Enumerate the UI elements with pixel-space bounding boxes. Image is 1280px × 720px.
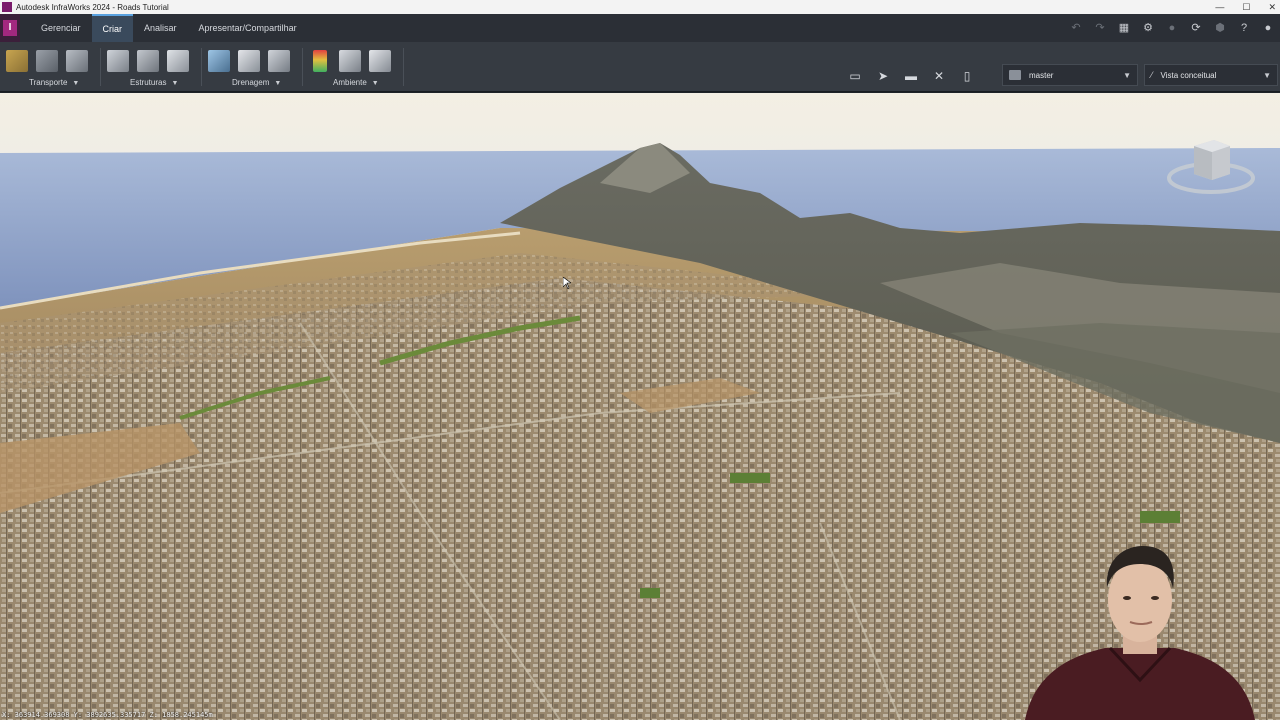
tab-criar[interactable]: Criar (91, 14, 134, 42)
infraworks-logo-icon (2, 2, 12, 12)
tab-analisar[interactable]: Analisar (133, 14, 188, 42)
infraworks-i-icon: I (3, 20, 17, 36)
help-icon[interactable]: ? (1238, 22, 1250, 34)
group-drenagem: Drenagem ▼ (202, 42, 302, 92)
group-label-drenagem[interactable]: Drenagem ▼ (232, 78, 281, 87)
tab-gerenciar[interactable]: Gerenciar (30, 14, 92, 42)
measure-icon[interactable]: ▬ (902, 68, 920, 84)
proposal-icon (1009, 70, 1021, 80)
minimize-button[interactable]: — (1215, 2, 1224, 12)
traffic-light-icon[interactable] (313, 50, 327, 72)
application-menu-button[interactable]: I (0, 14, 20, 42)
grid-icon[interactable]: ▦ (1118, 22, 1130, 34)
undo-icon[interactable]: ↶ (1070, 22, 1082, 34)
inlet-icon[interactable] (268, 50, 290, 72)
presenter-webcam (1025, 546, 1255, 720)
redo-icon[interactable]: ↷ (1094, 22, 1106, 34)
mouse-cursor-icon (563, 277, 571, 289)
view-tools: ▭ ➤ ▬ ✕ ▯ (846, 68, 976, 84)
group-ambiente: Ambiente ▼ (303, 42, 403, 92)
pipeline-road-icon[interactable] (66, 50, 88, 72)
shield-icon[interactable]: ⬢ (1214, 22, 1226, 34)
group-label-ambiente[interactable]: Ambiente ▼ (333, 78, 379, 87)
crop-icon[interactable]: ✕ (930, 68, 948, 84)
title-bar: Autodesk InfraWorks 2024 - Roads Tutoria… (0, 0, 1280, 14)
culvert-icon[interactable] (208, 50, 230, 72)
coordinates-readout: X: 363914.369308 Y: 3892635.335717 Z: 18… (2, 711, 213, 719)
pipe-icon[interactable] (238, 50, 260, 72)
tabbar-tools: ↶ ↷ ▦ ⚙ ● ⟳ ⬢ ? ● (1070, 14, 1274, 42)
style-wand-icon: ⁄ (1151, 70, 1153, 80)
proposal-dropdown[interactable]: master ▼ (1002, 64, 1138, 86)
tree-icon[interactable] (339, 50, 361, 72)
visual-style-value: Vista conceitual (1160, 70, 1217, 80)
ribbon-tabbar: I Gerenciar Criar Analisar Apresentar/Co… (0, 14, 1280, 42)
viewcube-icon[interactable] (1166, 134, 1256, 204)
group-label-transporte[interactable]: Transporte ▼ (29, 78, 79, 87)
window-controls: — ☐ ✕ (1215, 0, 1276, 14)
window-title: Autodesk InfraWorks 2024 - Roads Tutoria… (16, 2, 169, 12)
group-transporte: Transporte ▼ (0, 42, 100, 92)
tunnel-icon[interactable] (137, 50, 159, 72)
visual-style-dropdown[interactable]: ⁄ Vista conceitual ▼ (1144, 64, 1278, 86)
chevron-down-icon: ▼ (1263, 70, 1271, 80)
close-button[interactable]: ✕ (1268, 2, 1276, 13)
panel-icon[interactable]: ▯ (958, 68, 976, 84)
chevron-down-icon: ▼ (1123, 70, 1131, 80)
bridge-icon[interactable] (107, 50, 129, 72)
maximize-button[interactable]: ☐ (1242, 2, 1250, 13)
select-icon[interactable]: ➤ (874, 68, 892, 84)
refresh-icon[interactable]: ⟳ (1190, 22, 1202, 34)
proposal-value: master (1029, 70, 1054, 80)
railway-icon[interactable] (36, 50, 58, 72)
road-icon[interactable] (6, 50, 28, 72)
sign-icon[interactable] (369, 50, 391, 72)
group-estruturas: Estruturas ▼ (101, 42, 201, 92)
group-label-estruturas[interactable]: Estruturas ▼ (130, 78, 178, 87)
display-icon[interactable]: ▭ (846, 68, 864, 84)
building-icon[interactable] (167, 50, 189, 72)
cloud-icon[interactable]: ● (1166, 22, 1178, 34)
user-avatar-icon[interactable]: ● (1262, 22, 1274, 34)
settings-icon[interactable]: ⚙ (1142, 22, 1154, 34)
tab-apresentar-compartilhar[interactable]: Apresentar/Compartilhar (188, 14, 308, 42)
